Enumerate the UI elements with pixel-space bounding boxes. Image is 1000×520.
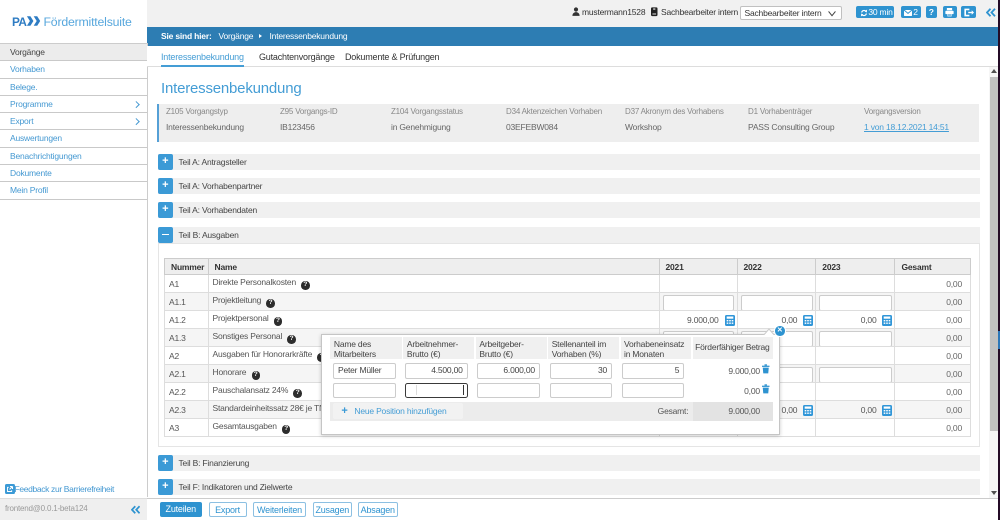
svg-text:PA: PA [12, 15, 27, 29]
svg-text:Fördermittelsuite: Fördermittelsuite [44, 15, 133, 29]
